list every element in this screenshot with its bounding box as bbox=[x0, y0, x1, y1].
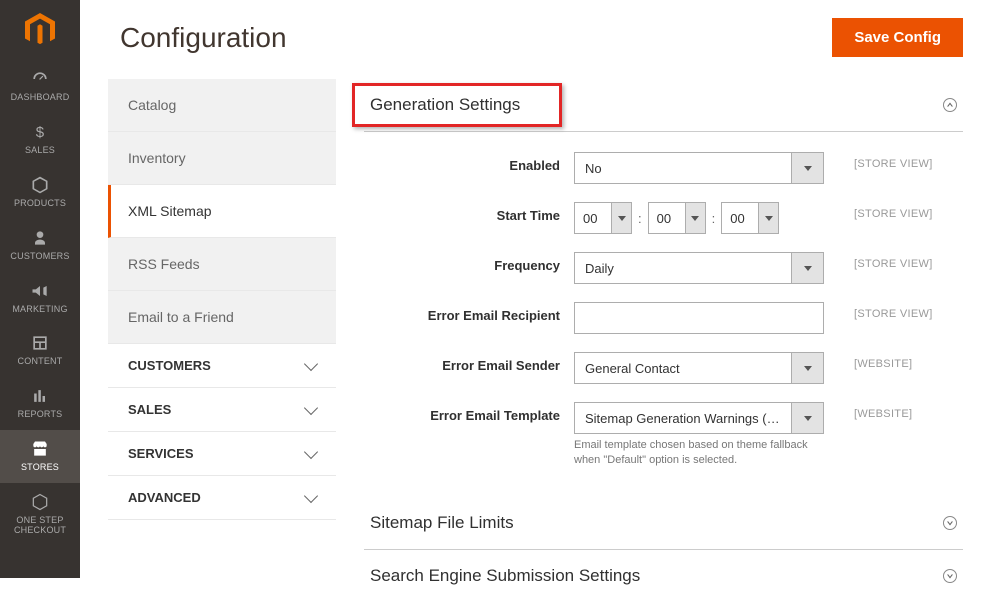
label-recipient: Error Email Recipient bbox=[364, 302, 574, 323]
expand-icon bbox=[943, 569, 957, 583]
sidenav-advanced[interactable]: ADVANCED bbox=[108, 476, 336, 520]
scope-sender: [WEBSITE] bbox=[824, 352, 912, 370]
scope-enabled: [STORE VIEW] bbox=[824, 152, 933, 170]
select-second[interactable]: 00 bbox=[721, 202, 779, 234]
label-enabled: Enabled bbox=[364, 152, 574, 173]
template-note: Email template chosen based on theme fal… bbox=[574, 438, 824, 469]
configuration-panel: Generation Settings Enabled No [STORE VI… bbox=[336, 79, 993, 602]
save-config-button[interactable]: Save Config bbox=[832, 18, 963, 57]
sidenav-xml-sitemap[interactable]: XML Sitemap bbox=[108, 185, 336, 238]
section-file-limits[interactable]: Sitemap File Limits bbox=[364, 497, 963, 550]
svg-text:$: $ bbox=[36, 124, 45, 141]
select-error-sender[interactable]: General Contact bbox=[574, 352, 824, 384]
label-sender: Error Email Sender bbox=[364, 352, 574, 373]
sidenav-customers[interactable]: CUSTOMERS bbox=[108, 344, 336, 388]
scope-recipient: [STORE VIEW] bbox=[824, 302, 933, 320]
collapse-icon bbox=[943, 98, 957, 112]
rail-sales[interactable]: $SALES bbox=[0, 113, 80, 166]
sidenav-catalog[interactable]: Catalog bbox=[108, 79, 336, 132]
rail-stores[interactable]: STORES bbox=[0, 430, 80, 483]
select-hour[interactable]: 00 bbox=[574, 202, 632, 234]
chevron-down-icon bbox=[304, 356, 318, 370]
rail-dashboard[interactable]: DASHBOARD bbox=[0, 60, 80, 113]
sidenav-services[interactable]: SERVICES bbox=[108, 432, 336, 476]
sidenav-rss[interactable]: RSS Feeds bbox=[108, 238, 336, 291]
content-columns: Catalog Inventory XML Sitemap RSS Feeds … bbox=[80, 79, 993, 602]
chevron-down-icon bbox=[304, 400, 318, 414]
chevron-down-icon bbox=[304, 488, 318, 502]
section-search-engine[interactable]: Search Engine Submission Settings bbox=[364, 550, 963, 602]
label-start-time: Start Time bbox=[364, 202, 574, 223]
section-generation-settings[interactable]: Generation Settings bbox=[364, 79, 963, 132]
rail-products[interactable]: PRODUCTS bbox=[0, 166, 80, 219]
input-error-recipient[interactable] bbox=[574, 302, 824, 334]
dropdown-icon bbox=[791, 153, 823, 183]
scope-frequency: [STORE VIEW] bbox=[824, 252, 933, 270]
rail-content[interactable]: CONTENT bbox=[0, 324, 80, 377]
scope-template: [WEBSITE] bbox=[824, 402, 912, 420]
sidenav-sales[interactable]: SALES bbox=[108, 388, 336, 432]
rail-marketing[interactable]: MARKETING bbox=[0, 272, 80, 325]
main-area: Configuration Save Config Catalog Invent… bbox=[80, 0, 993, 578]
page-header: Configuration Save Config bbox=[80, 0, 993, 79]
generation-form: Enabled No [STORE VIEW] Start Time 00 : … bbox=[364, 132, 963, 497]
admin-left-rail: DASHBOARD $SALES PRODUCTS CUSTOMERS MARK… bbox=[0, 0, 80, 578]
page-title: Configuration bbox=[120, 22, 832, 54]
sidenav-inventory[interactable]: Inventory bbox=[108, 132, 336, 185]
scope-start-time: [STORE VIEW] bbox=[824, 202, 933, 220]
select-minute[interactable]: 00 bbox=[648, 202, 706, 234]
config-side-nav: Catalog Inventory XML Sitemap RSS Feeds … bbox=[108, 79, 336, 602]
magento-logo[interactable] bbox=[0, 0, 80, 60]
sidenav-email-friend[interactable]: Email to a Friend bbox=[108, 291, 336, 344]
select-enabled[interactable]: No bbox=[574, 152, 824, 184]
rail-reports[interactable]: REPORTS bbox=[0, 377, 80, 430]
select-frequency[interactable]: Daily bbox=[574, 252, 824, 284]
select-error-template[interactable]: Sitemap Generation Warnings (Def bbox=[574, 402, 824, 434]
label-template: Error Email Template bbox=[364, 402, 574, 423]
rail-checkout[interactable]: ONE STEP CHECKOUT bbox=[0, 483, 80, 546]
rail-customers[interactable]: CUSTOMERS bbox=[0, 219, 80, 272]
chevron-down-icon bbox=[304, 444, 318, 458]
expand-icon bbox=[943, 516, 957, 530]
label-frequency: Frequency bbox=[364, 252, 574, 273]
